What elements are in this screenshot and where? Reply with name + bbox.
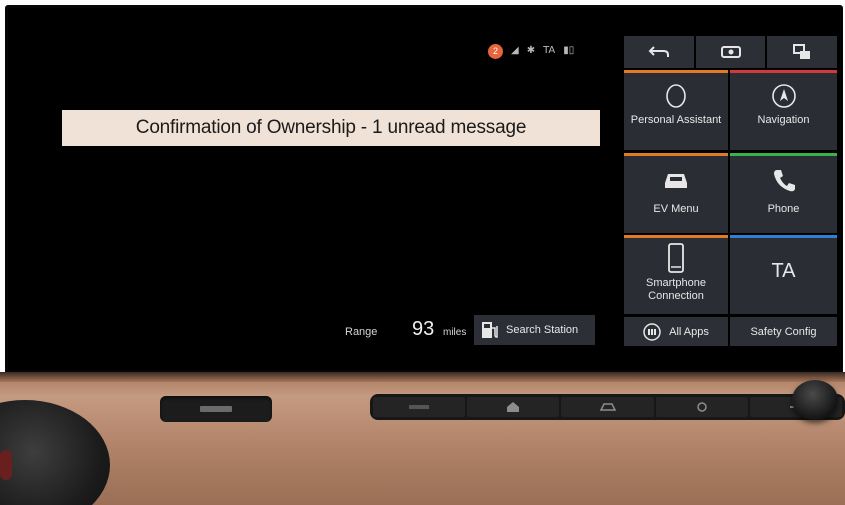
tile-label: TA — [771, 260, 796, 282]
battery-icon: ▮▯ — [563, 45, 575, 56]
volume-knob[interactable] — [792, 380, 838, 420]
assistant-icon — [666, 84, 686, 108]
panel-bottombar: All Apps Safety Config — [624, 317, 837, 346]
tile-ta[interactable]: TA — [730, 235, 837, 314]
home-icon — [507, 402, 520, 412]
ev-key-icon — [599, 403, 616, 411]
media-button[interactable] — [695, 36, 766, 68]
ta-icon: TA — [543, 45, 556, 56]
range-value: 93 — [412, 318, 435, 340]
search-station-label: Search Station — [506, 324, 579, 336]
tile-stripe — [730, 153, 837, 156]
screen-switch-icon — [793, 44, 811, 59]
charging-station-icon — [482, 322, 498, 338]
hardware-key-ev[interactable] — [561, 397, 654, 417]
tile-phone[interactable]: Phone — [730, 153, 837, 233]
tile-label: Navigation — [757, 114, 810, 126]
phone-icon — [773, 170, 795, 192]
tile-label: Phone — [767, 203, 800, 215]
hardware-key-audio[interactable] — [655, 397, 748, 417]
tile-label: EV Menu — [653, 203, 699, 215]
hardware-key-home[interactable] — [467, 397, 560, 417]
hardware-button-strip — [370, 394, 845, 420]
tile-stripe — [730, 70, 837, 73]
dashboard-wood-trim — [0, 372, 845, 505]
all-apps-label: All Apps — [669, 325, 709, 338]
range-unit: miles — [443, 327, 467, 338]
panel-topbar — [624, 36, 838, 68]
ev-car-icon — [665, 174, 687, 188]
apps-grid-icon — [643, 322, 661, 341]
dashboard-shadow — [0, 372, 845, 382]
hardware-button-icon — [200, 406, 232, 412]
screen-switch-button[interactable] — [767, 36, 838, 68]
tile-navigation[interactable]: Navigation — [730, 70, 837, 150]
tile-stripe — [730, 235, 837, 238]
audio-icon — [696, 402, 707, 412]
navigation-icon — [771, 84, 796, 108]
tile-stripe — [624, 235, 728, 238]
tile-label: Personal Assistant — [630, 114, 722, 126]
wifi-icon: ◢ — [511, 45, 519, 56]
key-icon — [409, 405, 430, 409]
media-icon — [720, 46, 741, 58]
tile-ev-menu[interactable]: EV Menu — [624, 153, 728, 233]
vent-accent — [0, 450, 12, 480]
notification-badge[interactable]: 2 — [488, 43, 503, 59]
back-button[interactable] — [624, 36, 694, 68]
range-label: Range — [345, 326, 378, 338]
home-panel: Personal Assistant Navigation EV Menu Ph… — [624, 36, 838, 346]
tile-smartphone-connection[interactable]: Smartphone Connection — [624, 235, 728, 314]
status-bar: 2 ◢ ✱ TA ▮▯ — [488, 43, 574, 59]
tile-stripe — [624, 153, 728, 156]
tile-personal-assistant[interactable]: Personal Assistant — [624, 70, 728, 150]
bluetooth-icon: ✱ — [526, 45, 536, 56]
search-station-button[interactable]: Search Station — [474, 315, 595, 345]
hardware-button-left[interactable] — [160, 396, 272, 422]
all-apps-button[interactable]: All Apps — [624, 317, 728, 346]
tile-label: Smartphone Connection — [646, 277, 706, 302]
photo: 2 ◢ ✱ TA ▮▯ Confirmation of Ownership - … — [0, 0, 845, 505]
safety-config-button[interactable]: Safety Config — [730, 317, 837, 346]
smartphone-icon — [668, 243, 684, 273]
notification-banner[interactable]: Confirmation of Ownership - 1 unread mes… — [62, 110, 600, 146]
back-icon — [648, 46, 669, 57]
hardware-key[interactable] — [373, 397, 466, 417]
tile-stripe — [624, 70, 728, 73]
